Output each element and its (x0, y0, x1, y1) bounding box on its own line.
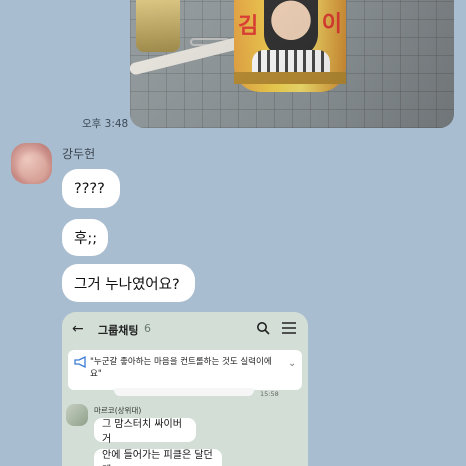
sender-name: 강두헌 (62, 147, 96, 161)
chevron-down-icon: ⌄ (288, 358, 297, 369)
message-bubble[interactable]: ???? (62, 169, 120, 208)
megaphone-icon (74, 356, 86, 368)
photo-timestamp: 오후 3:48 (82, 118, 129, 130)
member-count: 6 (144, 322, 151, 335)
notice-text: "누군갈 좋아하는 마음을 컨트롤하는 것도 실력이에요" (90, 357, 272, 379)
previous-message-bubble (114, 388, 254, 396)
embedded-message-bubble: 안에 들어가는 피클은 달던데 (94, 449, 222, 466)
embedded-message-text: 안에 들어가는 피클은 달던데 (102, 450, 213, 466)
search-icon (257, 322, 270, 335)
shared-photo[interactable]: 김 이 (130, 0, 454, 128)
embedded-header: ← 그룹채팅 6 (62, 312, 308, 346)
message-bubble[interactable]: 후;; (62, 219, 108, 256)
member-avatar (66, 404, 88, 426)
shared-screenshot[interactable]: ← 그룹채팅 6 "누군갈 좋아하는 마음을 컨트롤하는 것도 실력이에요" ⌄… (62, 312, 308, 466)
hamburger-menu-icon (282, 322, 296, 334)
message-text: ???? (74, 180, 105, 197)
previous-message-time: 15:58 (260, 390, 279, 398)
message-text: 후;; (74, 231, 98, 247)
message-text: 그거 누나였어요? (74, 276, 180, 293)
embedded-title: 그룹채팅 (98, 324, 139, 337)
pinned-notice: "누군갈 좋아하는 마음을 컨트롤하는 것도 실력이에요" ⌄ (68, 350, 302, 390)
photo-shade (314, 0, 454, 128)
arrow-left-icon: ← (72, 321, 84, 337)
embedded-message-bubble: 그 맘스터치 싸이버거 (94, 418, 196, 445)
avatar[interactable] (11, 143, 52, 184)
avatar-blur (11, 143, 52, 184)
message-bubble[interactable]: 그거 누나였어요? (62, 264, 195, 302)
embedded-message-text: 그 맘스터치 싸이버거 (102, 419, 182, 445)
